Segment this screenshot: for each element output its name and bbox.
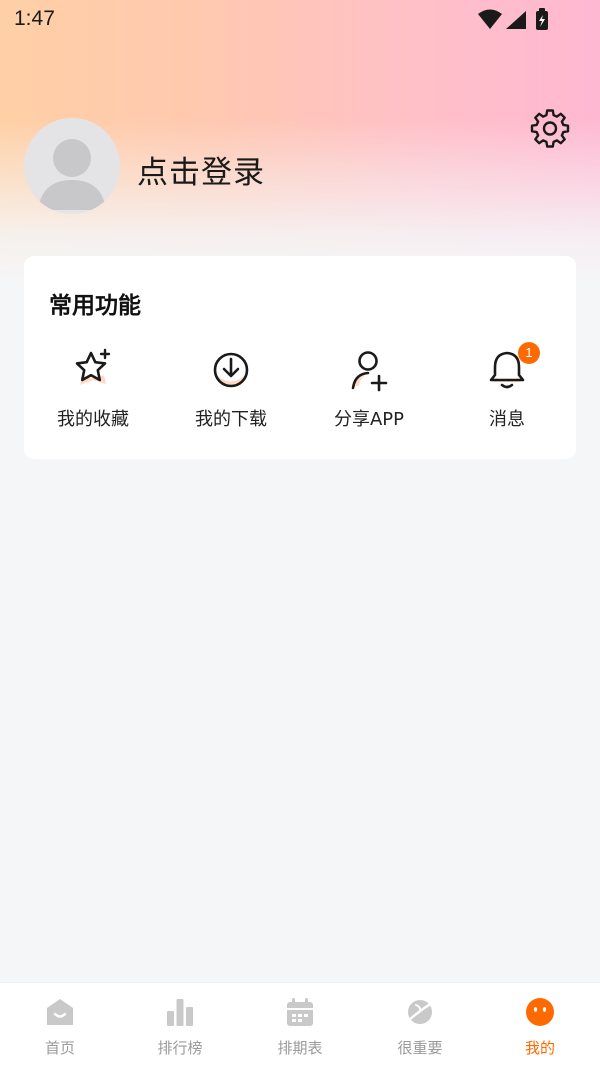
downloads-label: 我的下载	[195, 409, 267, 430]
bar-chart-icon	[167, 999, 193, 1026]
default-avatar-icon	[24, 118, 120, 214]
planet-icon	[406, 1000, 434, 1024]
messages-label: 消息	[489, 409, 525, 430]
status-time: 1:47	[14, 7, 55, 30]
login-link[interactable]: 点击登录	[137, 147, 265, 192]
tab-important[interactable]: 很重要	[360, 983, 480, 1066]
tab-home-label: 首页	[44, 1039, 75, 1057]
add-user-icon	[351, 351, 388, 392]
status-icons	[478, 8, 548, 30]
tab-mine[interactable]: 我的	[480, 983, 600, 1066]
signal-icon	[506, 11, 526, 29]
bottom-tab-bar: 首页 排行榜 排期表 很重要 我的	[0, 982, 600, 1066]
tab-important-label: 很重要	[397, 1039, 443, 1057]
card-title: 常用功能	[49, 293, 141, 319]
star-icon	[75, 348, 111, 385]
status-bar: 1:47	[0, 0, 600, 40]
tab-schedule[interactable]: 排期表	[240, 983, 360, 1066]
face-icon	[526, 998, 554, 1026]
my-page-screen: 1:47 点击登录 常用功能 我的收藏 我的下载 分享APP 1 消息 首页 排…	[0, 0, 600, 1066]
avatar[interactable]	[24, 118, 120, 214]
downloads-button[interactable]: 我的下载	[162, 346, 300, 436]
favorites-label: 我的收藏	[57, 409, 129, 430]
home-icon	[47, 999, 73, 1025]
settings-button[interactable]	[529, 106, 571, 148]
gear-icon	[530, 109, 570, 148]
share-app-label: 分享APP	[333, 409, 405, 430]
tab-mine-label: 我的	[524, 1039, 555, 1057]
tab-ranking[interactable]: 排行榜	[120, 983, 240, 1066]
common-functions-card: 常用功能 我的收藏 我的下载 分享APP 1 消息	[24, 256, 576, 459]
messages-button[interactable]: 1 消息	[438, 342, 576, 436]
share-app-button[interactable]: 分享APP	[300, 346, 438, 436]
calendar-icon	[287, 998, 313, 1026]
battery-icon	[536, 8, 548, 30]
download-icon	[213, 352, 249, 388]
wifi-icon	[478, 9, 502, 29]
tab-schedule-label: 排期表	[277, 1039, 323, 1057]
tab-home[interactable]: 首页	[0, 983, 120, 1066]
tab-ranking-label: 排行榜	[157, 1039, 203, 1057]
message-count-badge: 1	[518, 342, 540, 364]
favorites-button[interactable]: 我的收藏	[24, 346, 162, 436]
